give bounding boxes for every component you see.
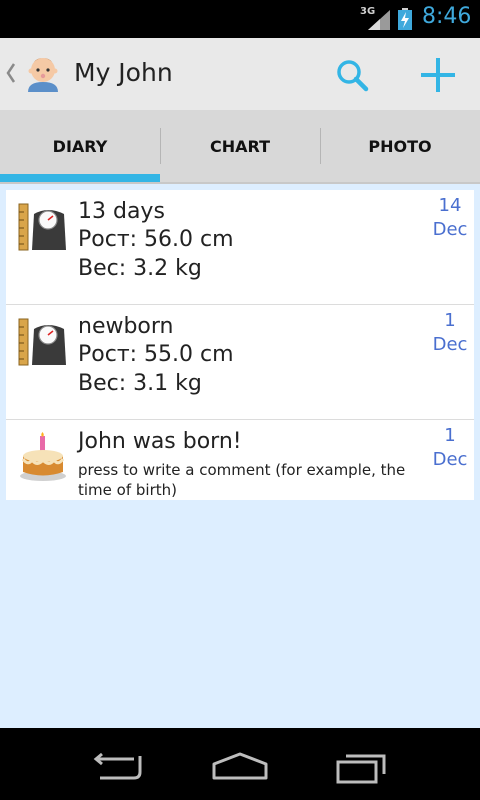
entry-date: 1 Dec: [428, 424, 472, 472]
tab-diary[interactable]: DIARY: [0, 110, 160, 182]
battery-charging-icon: [398, 8, 412, 30]
status-bar: 3G 8:46: [0, 0, 480, 38]
tab-photo[interactable]: PHOTO: [320, 110, 480, 182]
birthday-cake-icon: [20, 432, 66, 481]
back-icon[interactable]: [92, 750, 148, 782]
tab-chart-label: CHART: [209, 136, 271, 156]
up-caret-icon[interactable]: [6, 60, 16, 86]
scale-icon: [18, 203, 66, 251]
list-item[interactable]: 13 days Рост: 56.0 cm Вес: 3.2 kg 14 Dec: [6, 190, 474, 305]
entry-title: John was born!: [78, 429, 242, 454]
list-item[interactable]: newborn Рост: 55.0 cm Вес: 3.1 kg 1 Dec: [6, 305, 474, 420]
scale-icon: [18, 318, 66, 366]
entry-day: 1: [444, 310, 456, 331]
page-title: My John: [74, 58, 173, 87]
add-icon[interactable]: [412, 52, 464, 98]
entry-weight: Вес: 3.1 kg: [78, 371, 202, 396]
recent-apps-icon[interactable]: [334, 748, 390, 784]
entry-comment-hint: press to write a comment (for example, t…: [78, 461, 406, 499]
tab-photo-label: PHOTO: [368, 136, 432, 156]
entry-day: 14: [438, 195, 462, 216]
entry-height: Рост: 56.0 cm: [78, 227, 234, 252]
list-item[interactable]: John was born! press to write a comment …: [6, 420, 474, 500]
home-icon[interactable]: [210, 750, 270, 782]
entry-month: Dec: [432, 334, 468, 355]
navigation-bar: [0, 728, 480, 800]
tab-bar: DIARY CHART PHOTO: [0, 110, 480, 184]
entry-month: Dec: [432, 219, 468, 240]
signal-icon: [368, 10, 390, 30]
entry-weight: Вес: 3.2 kg: [78, 256, 202, 281]
action-bar: My John: [0, 38, 480, 110]
tab-chart[interactable]: CHART: [160, 110, 320, 182]
diary-list: 13 days Рост: 56.0 cm Вес: 3.2 kg 14 Dec…: [6, 190, 474, 500]
entry-height: Рост: 55.0 cm: [78, 342, 234, 367]
tab-diary-label: DIARY: [52, 136, 108, 156]
entry-date: 14 Dec: [428, 194, 472, 242]
diary-content: 13 days Рост: 56.0 cm Вес: 3.2 kg 14 Dec…: [0, 184, 480, 728]
baby-avatar-icon[interactable]: [22, 52, 64, 94]
search-icon[interactable]: [330, 52, 376, 98]
entry-title: newborn: [78, 314, 174, 339]
entry-month: Dec: [432, 449, 468, 470]
entry-date: 1 Dec: [428, 309, 472, 357]
entry-day: 1: [444, 425, 456, 446]
clock: 8:46: [422, 4, 472, 29]
entry-title: 13 days: [78, 199, 165, 224]
